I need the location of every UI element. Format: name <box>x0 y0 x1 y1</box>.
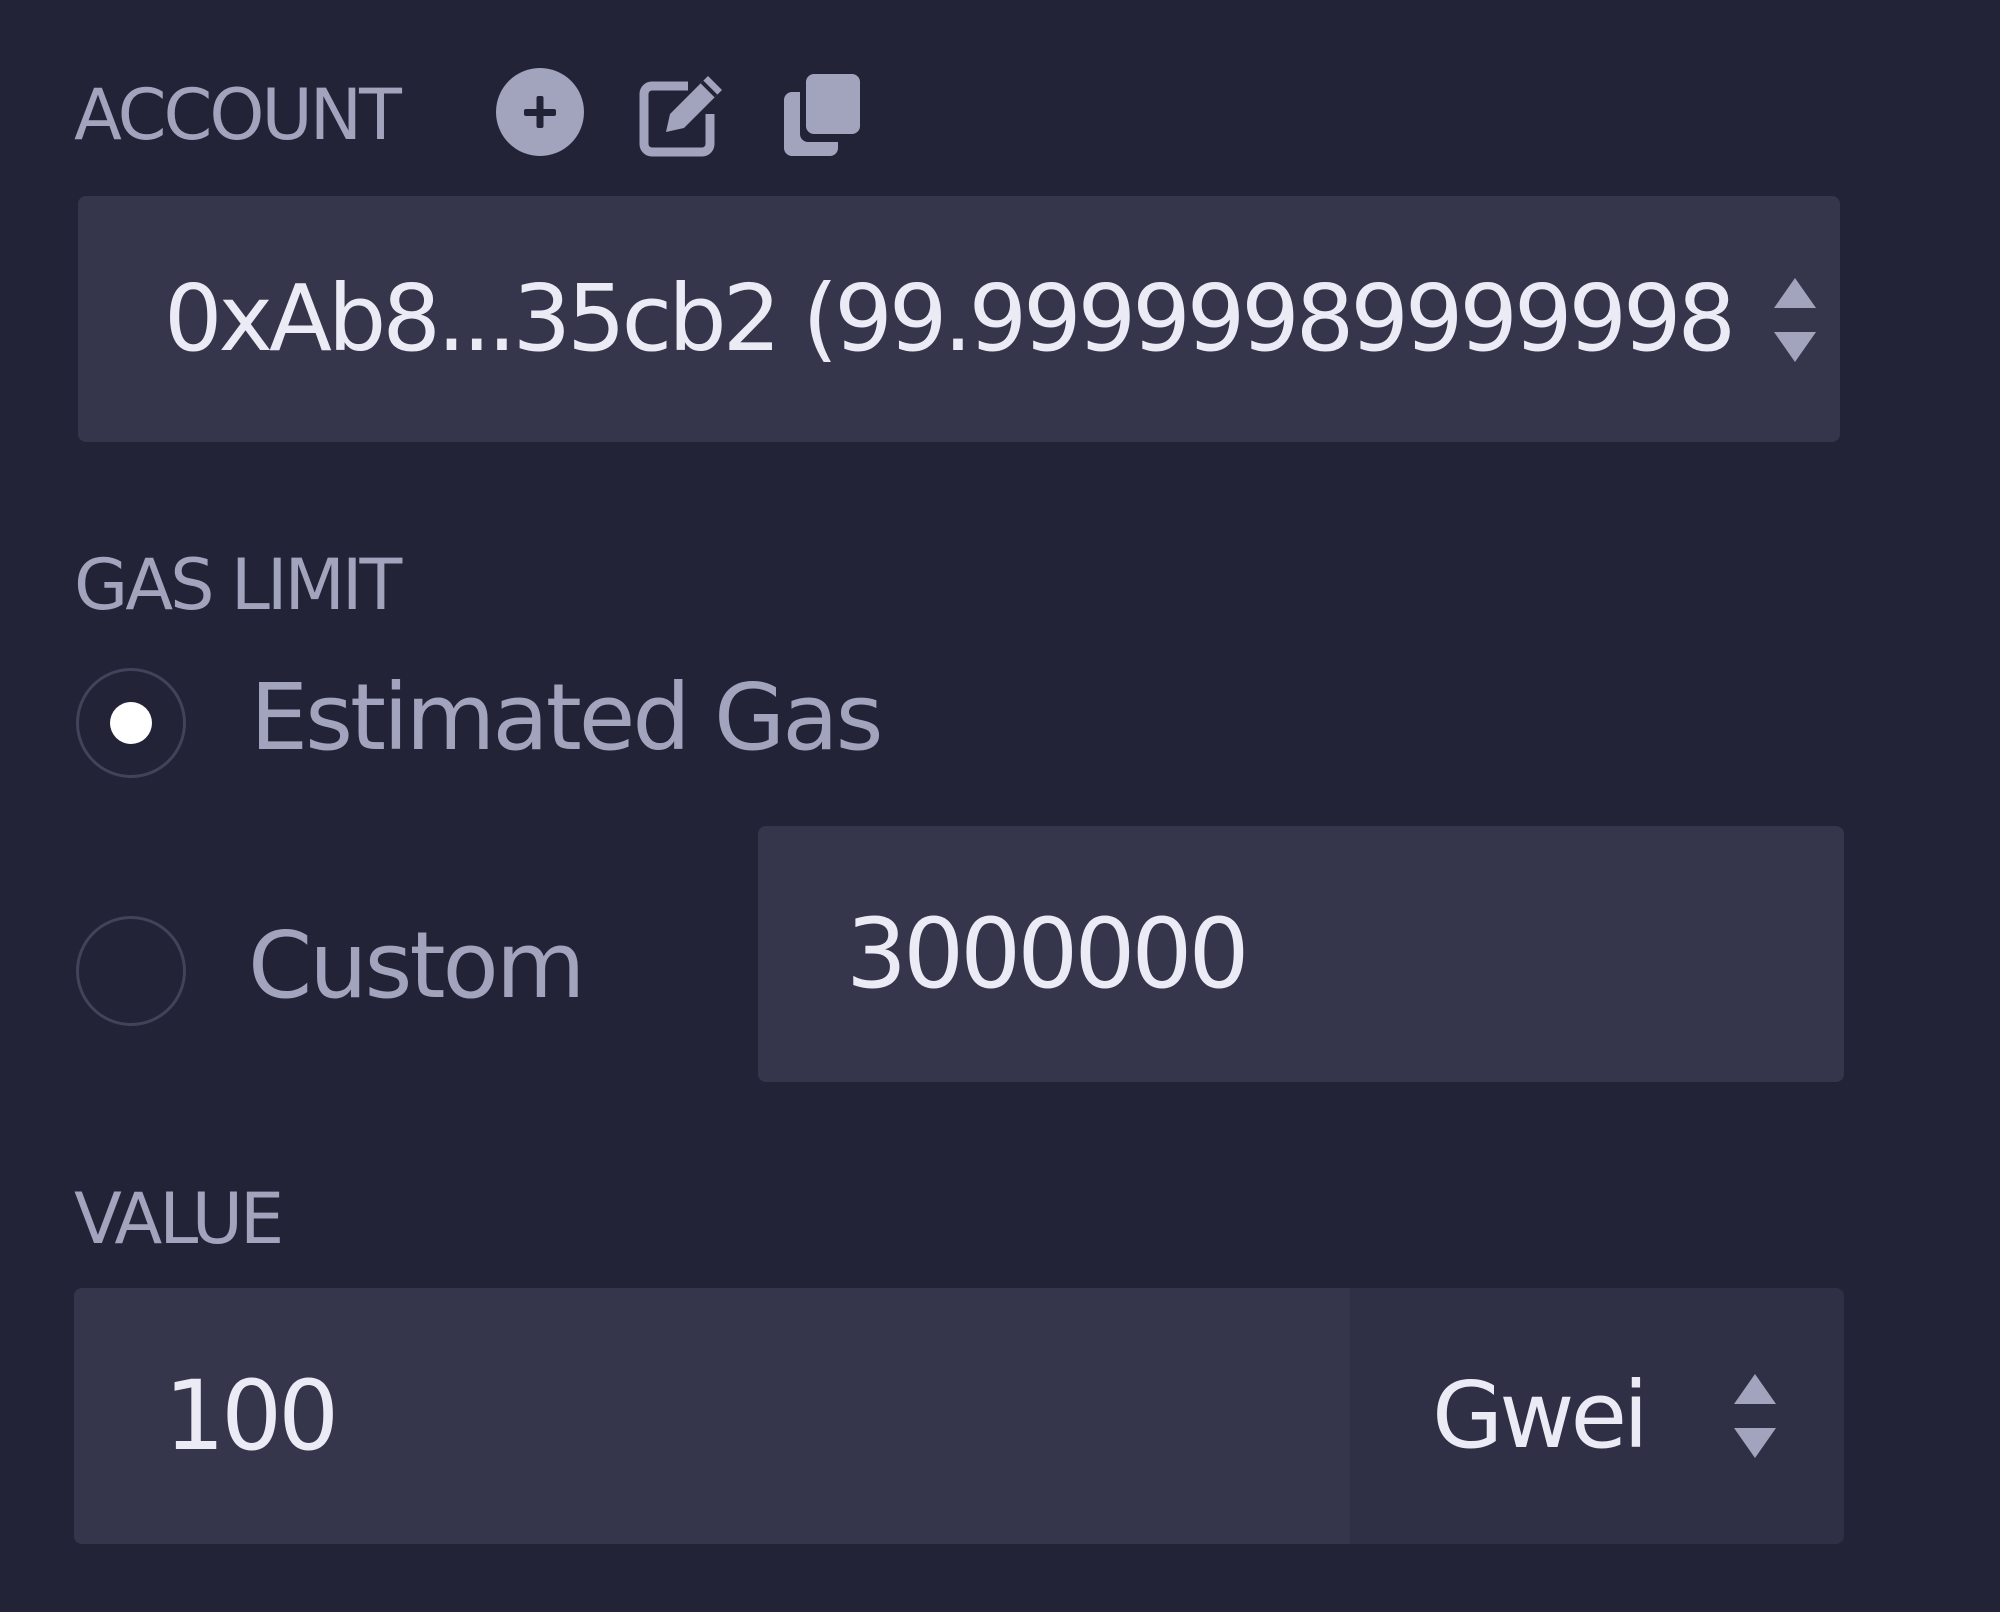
custom-gas-value: 3000000 <box>846 898 1250 1010</box>
custom-gas-label[interactable]: Custom <box>248 920 585 1012</box>
value-input[interactable]: 100 <box>74 1288 1350 1544</box>
unit-select-value: Gwei <box>1432 1362 1649 1469</box>
select-arrows-icon <box>1774 278 1816 362</box>
custom-gas-input[interactable]: 3000000 <box>758 826 1844 1082</box>
custom-gas-radio[interactable] <box>76 916 186 1026</box>
value-label: VALUE <box>74 1178 284 1260</box>
select-arrows-icon <box>1734 1374 1776 1458</box>
gas-limit-label: GAS LIMIT <box>74 544 402 626</box>
unit-select[interactable]: Gwei <box>1350 1288 1844 1544</box>
value-amount: 100 <box>164 1360 339 1472</box>
estimated-gas-radio[interactable] <box>76 668 186 778</box>
copy-icon[interactable] <box>782 72 862 158</box>
account-select[interactable]: 0xAb8...35cb2 (99.99999989999998 ether) <box>78 196 1840 442</box>
plus-circle-icon[interactable] <box>494 66 586 158</box>
edit-icon[interactable] <box>636 66 730 160</box>
estimated-gas-label[interactable]: Estimated Gas <box>250 672 884 764</box>
account-label: ACCOUNT <box>74 74 402 156</box>
account-select-value: 0xAb8...35cb2 (99.99999989999998 ether) <box>164 265 1746 372</box>
